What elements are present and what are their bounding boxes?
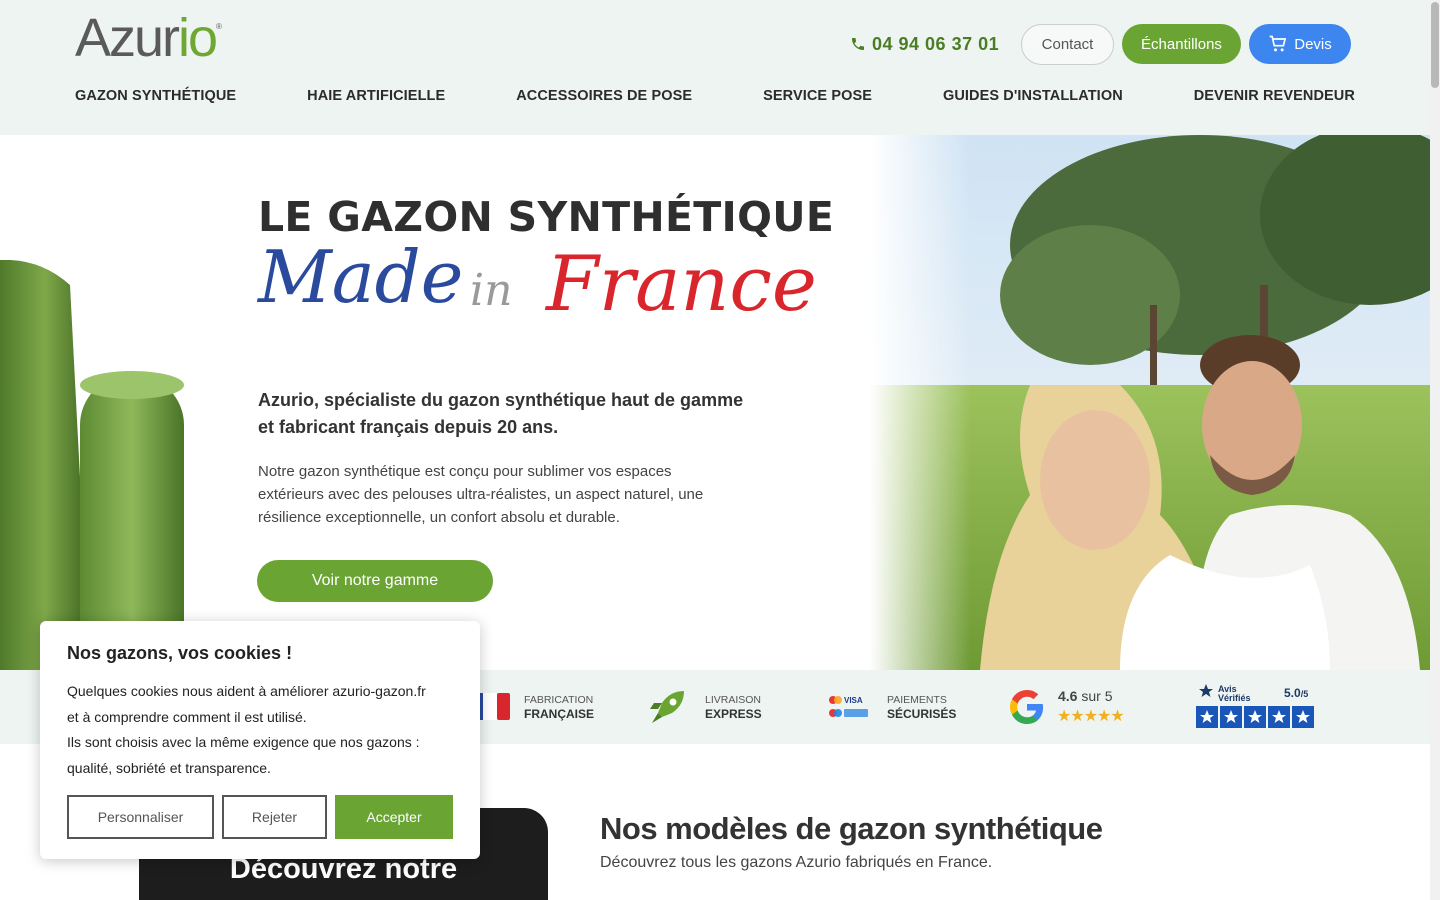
azurio-logo[interactable]: Azurio ® — [75, 8, 235, 68]
cookie-line-1: Quelques cookies nous aident à améliorer… — [67, 683, 426, 699]
accepter-button[interactable]: Accepter — [335, 795, 453, 839]
cookie-line-3: Ils sont choisis avec la même exigence q… — [67, 734, 420, 750]
cookie-text: Quelques cookies nous aident à améliorer… — [67, 679, 457, 781]
nav-item-revendeur[interactable]: DEVENIR REVENDEUR — [1194, 88, 1355, 108]
trust-livraison: LIVRAISON EXPRESS — [705, 693, 762, 721]
cart-icon — [1269, 35, 1287, 52]
nav-item-haie[interactable]: HAIE ARTIFICIELLE — [307, 88, 445, 108]
rejeter-button[interactable]: Rejeter — [222, 795, 327, 839]
google-score-suffix: sur 5 — [1081, 688, 1113, 704]
echantillons-button[interactable]: Échantillons — [1122, 24, 1241, 64]
grass-rolls-image — [0, 260, 184, 670]
nav-item-service-pose[interactable]: SERVICE POSE — [763, 88, 872, 108]
google-rating-text: 4.6 sur 5 — [1058, 688, 1112, 704]
hero-title: LE GAZON SYNTHÉTIQUE — [258, 193, 835, 241]
cookie-title: Nos gazons, vos cookies ! — [67, 643, 293, 663]
cookie-banner: Nos gazons, vos cookies ! Quelques cooki… — [40, 621, 480, 859]
page-scrollbar[interactable] — [1430, 0, 1440, 900]
svg-text:VISA: VISA — [844, 696, 863, 705]
hero-lead: Azurio, spécialiste du gazon synthétique… — [258, 390, 744, 437]
logo-text-io: io — [178, 8, 218, 68]
trust-paiements: PAIEMENTS SÉCURISÉS — [887, 693, 956, 721]
google-icon[interactable] — [1008, 688, 1046, 726]
devis-button[interactable]: Devis — [1249, 24, 1351, 64]
phone-icon — [852, 38, 864, 50]
google-score: 4.6 — [1058, 688, 1078, 704]
nav-item-gazon[interactable]: GAZON SYNTHÉTIQUE — [75, 88, 236, 108]
avis-suffix: /5 — [1300, 689, 1309, 699]
nav-item-accessoires[interactable]: ACCESSOIRES DE POSE — [516, 88, 692, 108]
contact-button[interactable]: Contact — [1021, 24, 1114, 65]
site-header: Azurio ® 04 94 06 37 01 Contact Échantil… — [0, 0, 1430, 135]
hero-description: Notre gazon synthétique est conçu pour s… — [258, 463, 704, 526]
scrollbar-thumb[interactable] — [1431, 2, 1439, 88]
rocket-icon — [650, 691, 684, 723]
nav-item-guides[interactable]: GUIDES D'INSTALLATION — [943, 88, 1123, 108]
trust-livraison-top: LIVRAISON — [705, 694, 762, 706]
couple-garden-photo — [870, 135, 1430, 670]
cookie-line-2: et à comprendre comment il est utilisé. — [67, 708, 307, 725]
trust-fabrication-top: FABRICATION — [524, 694, 594, 706]
registered-mark: ® — [216, 22, 222, 31]
trust-fabrication-bottom: FRANÇAISE — [524, 707, 595, 721]
main-nav: GAZON SYNTHÉTIQUE HAIE ARTIFICIELLE ACCE… — [75, 88, 1355, 108]
phone-number: 04 94 06 37 01 — [872, 33, 1000, 54]
google-stars: ★★★★★ — [1057, 708, 1125, 725]
script-made: Made — [258, 235, 464, 319]
script-france: France — [546, 239, 817, 328]
logo-text-azur: Azur — [75, 8, 180, 68]
trust-paiements-top: PAIEMENTS — [887, 694, 947, 706]
trust-fabrication: FABRICATION FRANÇAISE — [524, 693, 594, 721]
script-in: in — [470, 265, 513, 316]
cookie-line-4: qualité, sobriété et transparence. — [67, 759, 271, 776]
phone-link[interactable]: 04 94 06 37 01 — [850, 32, 999, 56]
hero-section: LE GAZON SYNTHÉTIQUE Made in France Azur… — [0, 135, 1430, 670]
payment-cards-icon: VISA — [829, 696, 868, 717]
avis-score-text: 5.0/5 — [1284, 686, 1308, 700]
devis-label: Devis — [1294, 35, 1332, 53]
models-subtitle: Découvrez tous les gazons Azurio fabriqu… — [600, 854, 993, 871]
personnaliser-button[interactable]: Personnaliser — [67, 795, 214, 839]
avis-verifies-title: Avis Vérifiés — [1218, 684, 1251, 703]
avis-score: 5.0 — [1284, 686, 1301, 700]
models-title: Nos modèles de gazon synthétique — [600, 811, 1103, 846]
voir-gamme-button[interactable]: Voir notre gamme — [257, 560, 493, 602]
trust-paiements-bottom: SÉCURISÉS — [887, 707, 957, 721]
trust-livraison-bottom: EXPRESS — [705, 707, 762, 721]
